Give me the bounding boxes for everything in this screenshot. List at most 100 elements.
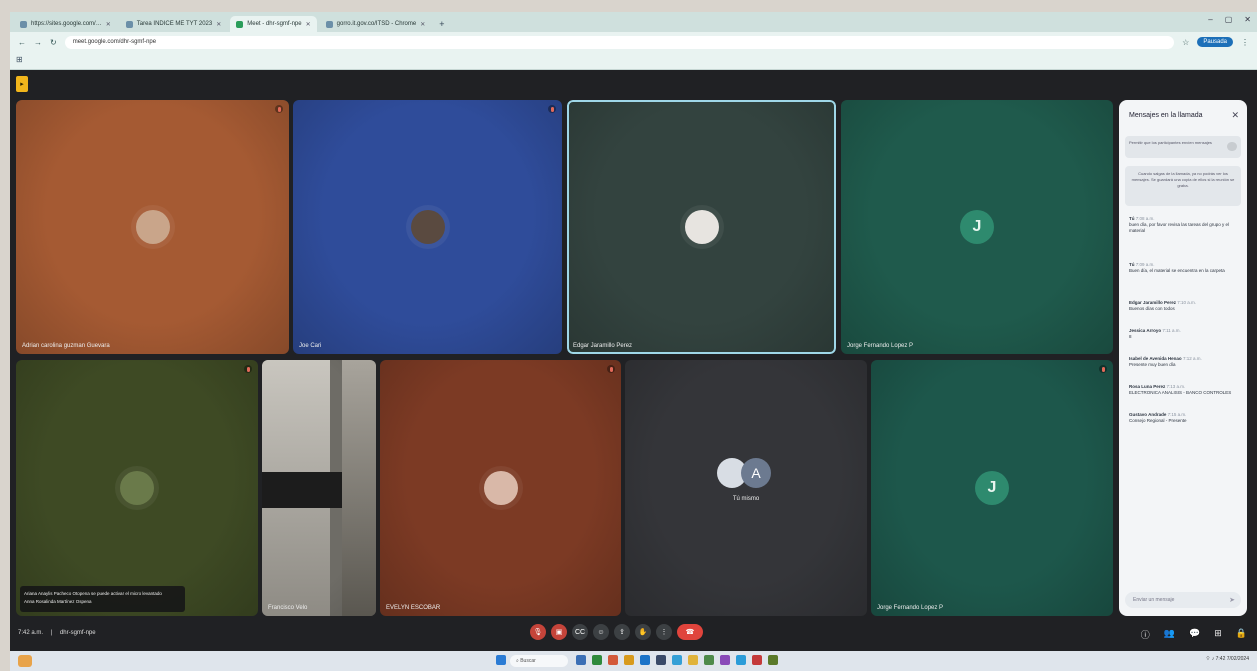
taskbar-app-icon[interactable] [576,655,586,665]
taskbar-app-icon[interactable] [608,655,618,665]
meet-info-badge-icon[interactable]: ▸ [16,76,28,92]
back-icon[interactable]: ← [18,38,26,47]
chat-permission-toggle[interactable] [1227,142,1237,151]
mic-off-icon [1099,365,1107,373]
maximize-button[interactable]: ▢ [1225,15,1233,24]
send-icon[interactable]: ➤ [1229,596,1235,604]
chat-message-input[interactable]: Enviar un mensaje ➤ [1125,592,1241,608]
notice-line: Anna Rosalinda Martínez Ospena [24,599,92,604]
participant-tile[interactable]: J Jorge Fernando Lopez P [871,360,1113,616]
taskbar-search[interactable]: ⌕ Buscar [510,655,568,667]
participant-name: Edgar Jaramillo Perez [573,343,633,349]
browser-tab[interactable]: gorro.it.gov.co/ITSD - Chrome ✕ [320,16,432,32]
chat-permission-label: Permitir que los participantes envíen me… [1129,140,1212,145]
video-frame-door [341,360,376,616]
tab-close-icon[interactable]: ✕ [306,21,311,28]
participant-avatar [483,471,518,505]
mic-toggle-button[interactable]: 🎙 [530,624,546,640]
message-sender: Isabel de Avenida Henao [1129,356,1182,361]
taskbar-app-icon[interactable] [768,655,778,665]
taskbar-app-icon[interactable] [688,655,698,665]
participant-tile-self[interactable]: A Tú mismo [625,360,867,616]
participant-tile[interactable]: Ariana Anaylis Pacheco Otopena se puede … [16,360,258,616]
activities-icon[interactable]: ⊞ [1214,628,1222,641]
message-time: 7:10 a.m. [1177,300,1197,305]
tab-close-icon[interactable]: ✕ [216,21,221,28]
chat-icon[interactable]: 💬 [1189,628,1200,641]
host-controls-icon[interactable]: 🔒 [1236,628,1247,641]
participant-tile[interactable]: Joe Cari [293,100,562,354]
monitor-screen: https://sites.google.com/… ✕ Tarea INDICE… [10,12,1257,671]
browser-tab[interactable]: https://sites.google.com/… ✕ [14,16,117,32]
taskbar-app-icon[interactable] [752,655,762,665]
message-text: 8 [1129,334,1132,339]
chat-message: Tú 7:08 a.m. buen día, por favor revisa l… [1129,216,1239,234]
wifi-icon[interactable]: ⌔ [1206,656,1211,662]
message-sender: Rosa Luna Perez [1129,384,1166,389]
message-text: Consejo Regional - Presente [1129,418,1187,423]
taskbar-app-icon[interactable] [592,655,602,665]
weather-widget-icon[interactable] [18,655,32,667]
taskbar-app-icon[interactable] [624,655,634,665]
minimize-button[interactable]: – [1208,15,1212,24]
taskbar-app-icon[interactable] [640,655,650,665]
message-text: Presente muy buen día [1129,362,1176,367]
forward-icon[interactable]: → [34,38,42,47]
browser-tab-active[interactable]: Meet - dhr-sgmf-npe ✕ [230,16,317,32]
raise-hand-button[interactable]: ✋ [635,624,651,640]
tab-close-icon[interactable]: ✕ [420,21,425,28]
taskbar-app-icon[interactable] [672,655,682,665]
tab-close-icon[interactable]: ✕ [106,21,111,28]
participant-tile-speaking[interactable]: Edgar Jaramillo Perez [567,100,836,354]
meeting-clock: 7:42 a.m. | dhr-sgmf-npe [18,630,96,636]
apps-icon[interactable]: ⊞ [16,55,23,64]
bookmarks-bar: ⊞ [10,52,1257,70]
chat-message: Gustavo Andrade 7:15 a.m. Consejo Regiona… [1129,412,1239,424]
message-sender: Jessica Arroyo [1129,328,1162,333]
tab-favicon [325,20,333,28]
address-bar[interactable]: meet.google.com/dhr-sgmf-npe [64,35,1175,49]
captions-button[interactable]: CC [572,624,588,640]
participant-tile-video[interactable]: Francisco Velo [262,360,376,616]
taskbar-app-icon[interactable] [704,655,714,665]
taskbar-search-placeholder: Buscar [520,658,536,664]
participant-tile[interactable]: EVELYN ESCOBAR [380,360,621,616]
message-time: 7:09 a.m. [1135,262,1155,267]
more-options-button[interactable]: ⋮ [656,624,672,640]
message-time: 7:08 a.m. [1135,216,1155,221]
meeting-side-buttons: ⓘ 👥 💬 ⊞ 🔒 [1141,628,1247,641]
reload-icon[interactable]: ↻ [50,38,57,47]
participant-tile[interactable]: J Jorge Fernando Lopez P [841,100,1113,354]
chat-message: Tú 7:09 a.m. Buen día, el material se enc… [1129,262,1239,274]
close-window-button[interactable]: ✕ [1244,15,1251,24]
taskbar-app-icon[interactable] [736,655,746,665]
participant-avatar [135,210,170,244]
close-icon[interactable]: ✕ [1231,110,1239,121]
participant-name: Adrian carolina guzman Guevara [22,343,110,349]
message-sender: Tú [1129,216,1135,221]
chat-permission-row: Permitir que los participantes envíen me… [1125,136,1241,158]
present-button[interactable]: ⇪ [614,624,630,640]
taskbar-app-icon[interactable] [720,655,730,665]
browser-tab[interactable]: Tarea INDICE ME TYT 2023 ✕ [120,16,228,32]
emoji-button[interactable]: ☺ [593,624,609,640]
participant-avatar [120,471,154,505]
participant-tile[interactable]: Adrian carolina guzman Guevara [16,100,289,354]
message-text: Buenos días con todos [1129,306,1175,311]
chat-message: Edgar Jaramillo Perez 7:10 a.m. Buenos dí… [1129,300,1239,312]
start-menu-icon[interactable] [496,655,506,665]
star-icon[interactable]: ☆ [1182,38,1189,47]
chat-message: Rosa Luna Perez 7:13 a.m. ELECTRONICA ANA… [1129,384,1239,396]
camera-toggle-button[interactable]: ▣ [551,624,567,640]
participant-name: EVELYN ESCOBAR [386,605,441,611]
system-tray: ⌔ ♪ 7:42 7/02/2024 [1206,656,1249,662]
people-icon[interactable]: 👥 [1164,628,1175,641]
profile-button[interactable]: Pausada [1197,37,1233,47]
tab-label: https://sites.google.com/… [31,21,102,27]
hang-up-button[interactable]: ☎ [677,624,703,640]
taskbar-app-icon[interactable] [656,655,666,665]
browser-menu-icon[interactable]: ⋮ [1241,38,1249,47]
new-tab-button[interactable]: + [434,16,449,32]
info-icon[interactable]: ⓘ [1141,628,1150,641]
taskbar-pinned-apps [576,655,778,665]
